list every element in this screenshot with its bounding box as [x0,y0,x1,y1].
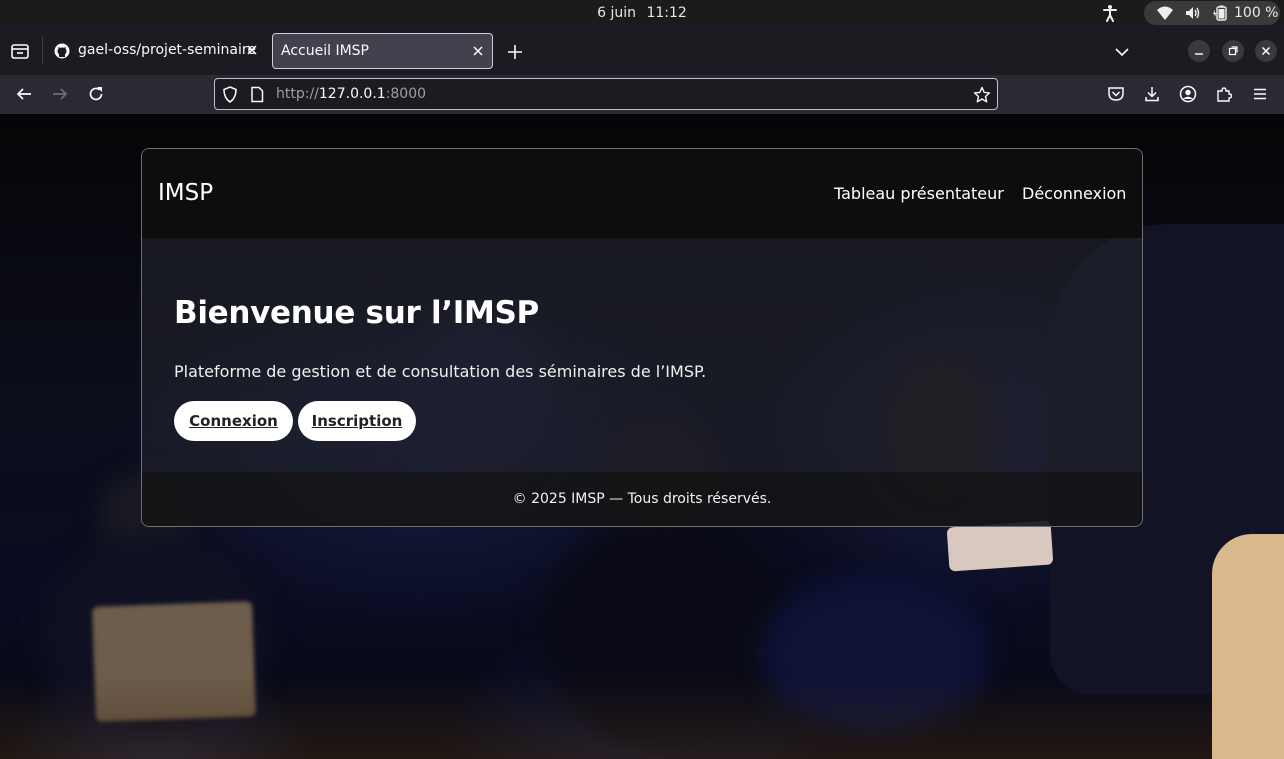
reload-icon[interactable] [87,85,105,103]
url-bar[interactable]: http://127.0.0.1:8000 [214,78,998,110]
nav-link-tableau-presentateur[interactable]: Tableau présentateur [834,184,1004,203]
connexion-button[interactable]: Connexion [174,401,293,441]
inscription-button[interactable]: Inscription [298,401,416,441]
tab-label: gael-oss/projet-seminaire [78,42,256,58]
nav-link-deconnexion[interactable]: Déconnexion [1022,184,1126,203]
os-date: 6 juin [597,5,637,21]
site-header: IMSP Tableau présentateur Déconnexion [142,149,1142,238]
tab-label: Accueil IMSP [281,43,369,59]
bookmark-star-icon[interactable] [973,86,991,104]
tab-separator [42,36,43,64]
os-status-menu[interactable]: 100 % [1144,1,1280,25]
main-card: IMSP Tableau présentateur Déconnexion Bi… [141,148,1143,527]
wifi-icon [1157,6,1173,20]
shield-icon[interactable] [222,86,238,103]
github-icon [54,43,70,59]
accessibility-icon[interactable] [1101,4,1119,22]
hero-description: Plateforme de gestion et de consultation… [174,362,707,381]
browser-nav-toolbar: http://127.0.0.1:8000 [0,75,1284,114]
tab-accueil-imsp[interactable]: Accueil IMSP [272,33,493,69]
downloads-icon[interactable] [1143,85,1161,103]
account-icon[interactable] [1179,85,1197,103]
hamburger-menu-icon[interactable] [1251,85,1269,103]
close-tab-icon[interactable] [244,42,260,58]
restore-icon [1228,46,1238,56]
close-tab-icon[interactable] [470,43,486,59]
firefox-view-icon[interactable] [10,41,30,61]
browser-tab-strip: gael-oss/projet-seminaire Accueil IMSP [0,26,1284,75]
pocket-icon[interactable] [1107,85,1125,103]
site-brand[interactable]: IMSP [158,180,213,206]
battery-icon [1213,5,1227,21]
forward-arrow-icon[interactable] [51,85,69,103]
battery-percent: 100 % [1234,5,1279,21]
bg-podium [1212,534,1284,759]
os-time: 11:12 [646,5,687,21]
footer-copyright: © 2025 IMSP — Tous droits réservés. [512,491,772,507]
minimize-window-button[interactable] [1188,40,1210,62]
page-info-icon[interactable] [250,86,264,103]
minimize-icon [1195,53,1203,55]
list-all-tabs-chevron-icon[interactable] [1113,43,1131,61]
url-port: :8000 [385,86,427,102]
url-scheme: http:// [276,86,319,102]
page-viewport: IMSP Tableau présentateur Déconnexion Bi… [0,114,1284,759]
hero-section: Bienvenue sur l’IMSP Plateforme de gesti… [142,238,1142,472]
close-window-button[interactable] [1255,40,1277,62]
new-tab-plus-icon[interactable] [506,43,524,61]
close-icon [1261,46,1271,56]
back-arrow-icon[interactable] [15,85,33,103]
os-clock[interactable]: 6 juin 11:12 [0,5,1284,21]
extensions-icon[interactable] [1215,85,1233,103]
volume-icon [1186,7,1200,19]
hero-title: Bienvenue sur l’IMSP [174,295,539,331]
maximize-window-button[interactable] [1222,40,1244,62]
os-top-bar: 6 juin 11:12 100 % [0,0,1284,26]
bg-shirt-cuff [946,520,1054,572]
tab-github[interactable]: gael-oss/projet-seminaire [46,33,264,69]
url-text[interactable]: http://127.0.0.1:8000 [276,86,426,102]
site-footer: © 2025 IMSP — Tous droits réservés. [142,472,1142,526]
url-host: 127.0.0.1 [318,86,386,102]
